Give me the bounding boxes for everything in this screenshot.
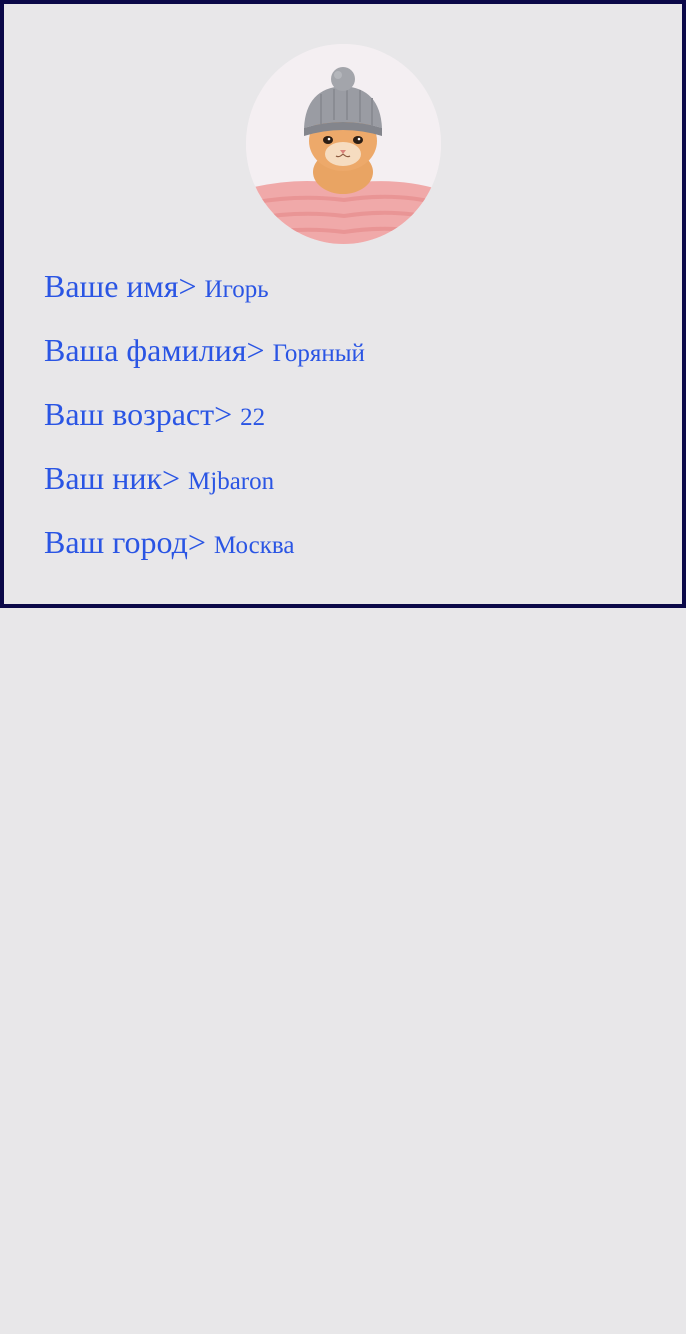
field-age: Ваш возраст> 22 (44, 388, 644, 452)
field-label: Ваш город> (44, 524, 206, 560)
avatar (246, 44, 441, 244)
field-value: Игорь (204, 276, 269, 303)
field-last-name: Ваша фамилия> Горяный (44, 324, 644, 388)
field-city: Ваш город> Москва (44, 516, 644, 580)
field-label: Ваш возраст> (44, 396, 233, 432)
field-label: Ваша фамилия> (44, 332, 265, 368)
field-value: 22 (240, 404, 266, 431)
field-label: Ваше имя> (44, 268, 197, 304)
field-value: Mjbaron (188, 468, 275, 495)
kitten-avatar-icon (246, 44, 441, 244)
field-first-name: Ваше имя> Игорь (44, 260, 644, 324)
field-value: Москва (213, 532, 295, 559)
field-nickname: Ваш ник> Mjbaron (44, 452, 644, 516)
profile-fields: Ваше имя> Игорь Ваша фамилия> Горяный Ва… (44, 260, 644, 580)
profile-card: Ваше имя> Игорь Ваша фамилия> Горяный Ва… (0, 0, 686, 608)
field-label: Ваш ник> (44, 460, 181, 496)
field-value: Горяный (272, 340, 365, 367)
